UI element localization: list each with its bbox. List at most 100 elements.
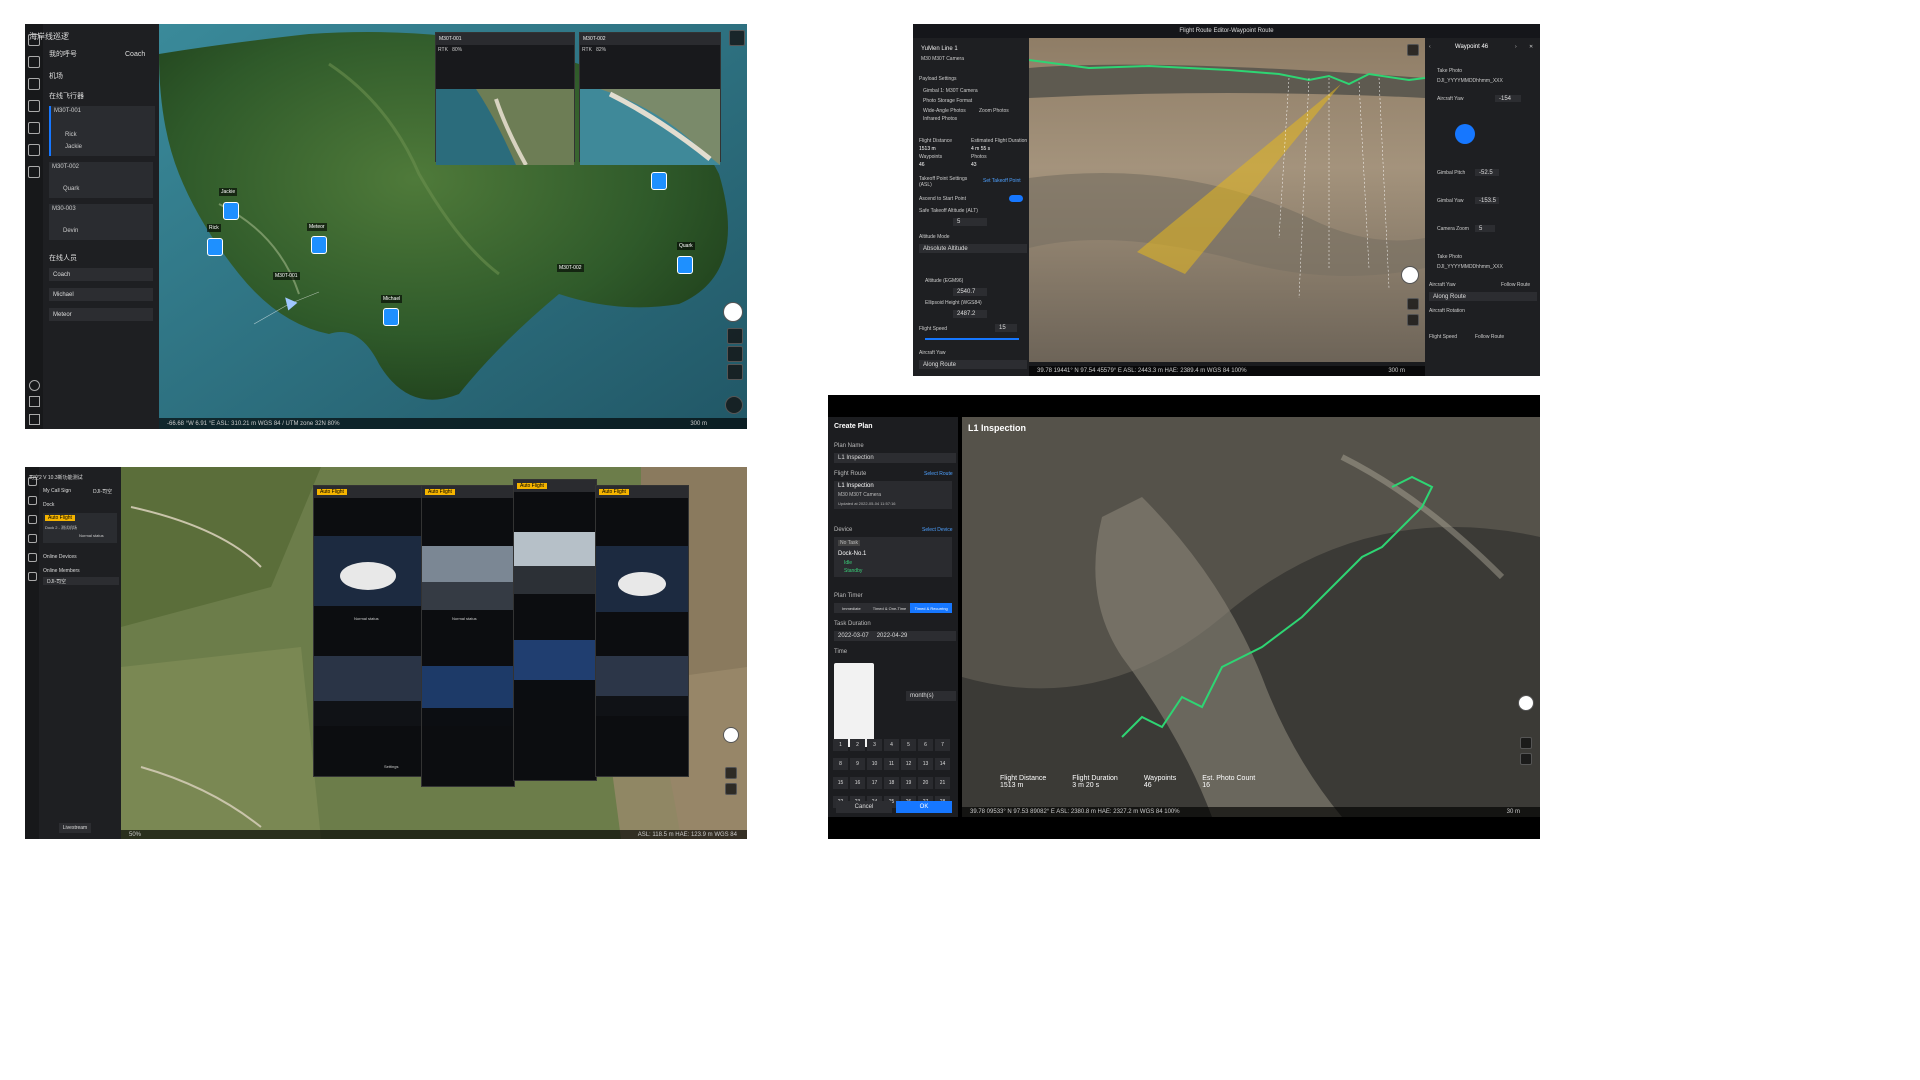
calendar-day[interactable]: 14 [935,758,950,770]
device-card-3[interactable]: M30-003 Devin [49,204,153,240]
calendar-grid[interactable]: 1234567891011121314151617181920212223242… [832,733,956,809]
opt-zoom[interactable]: Zoom Photos [979,108,1009,114]
calendar-day[interactable]: 17 [867,777,882,789]
calendar-day[interactable]: 11 [884,758,899,770]
video-cluster-4[interactable]: Auto Flight [595,485,689,777]
member-item[interactable]: DJI-司空 [43,577,119,585]
stack-icon[interactable] [28,78,40,90]
calendar-day[interactable]: 2 [850,739,865,751]
aircraft-marker-jackie[interactable] [223,202,239,220]
callsign-value[interactable]: Coach [125,46,145,62]
globe-button[interactable] [725,396,743,414]
action-aircraft-yaw[interactable]: Aircraft Yaw [1437,96,1464,102]
livestream-button[interactable]: Livestream [59,823,91,833]
section-aircraft[interactable]: 机场 [49,68,63,84]
calendar-day[interactable]: 3 [867,739,882,751]
ascend-toggle[interactable] [1009,195,1023,202]
compass-button[interactable] [1518,695,1534,711]
aircraft-yaw-select[interactable]: Along Route [919,360,1027,369]
zoom-in-button[interactable] [727,346,743,362]
yaw-dial[interactable] [1455,124,1475,144]
aircraft-marker-michael[interactable] [383,308,399,326]
warning-icon[interactable] [27,496,37,505]
calendar-day[interactable]: 15 [833,777,848,789]
calendar-day[interactable]: 4 [884,739,899,751]
calendar-day[interactable]: 8 [833,758,848,770]
select-route-link[interactable]: Select Route [924,471,953,477]
prev-waypoint-icon[interactable]: ‹ [1429,44,1431,50]
pitch-input[interactable]: -52.5 [1475,169,1499,176]
alt-egm-input[interactable]: 2540.7 [953,288,987,296]
aircraft-marker-meteor[interactable] [311,236,327,254]
zoom-out-button[interactable] [1520,753,1532,765]
calendar-day[interactable]: 6 [918,739,933,751]
date-range[interactable]: 2022-03-07 2022-04-29 [834,631,956,641]
follow-route-2[interactable]: Follow Route [1475,334,1504,340]
aircraft-marker-rick[interactable] [207,238,223,256]
flight-speed-input[interactable]: 15 [995,324,1017,332]
action-take-photo[interactable]: Take Photo [1437,68,1462,74]
aircraft-marker-quark[interactable] [677,256,693,274]
repeat-unit-select[interactable]: month(s) [906,691,956,701]
inspection-map[interactable]: L1 Inspection Flight Distance 1513 m Flig… [962,417,1540,817]
device-card-2[interactable]: M30T-002 Quark [49,162,153,198]
close-icon[interactable]: ✕ [1529,44,1533,50]
calendar-icon[interactable] [27,572,37,581]
opt-wide-angle[interactable]: Wide-Angle Photos [923,108,966,114]
opt-infrared[interactable]: Infrared Photos [923,116,957,122]
online-people-label[interactable]: 在线人员 [49,250,77,266]
set-takeoff-link[interactable]: Set Takeoff Point [983,178,1021,184]
compass-button[interactable] [723,302,743,322]
action-take-photo-2[interactable]: Take Photo [1437,254,1462,260]
search-button[interactable] [729,30,745,46]
ok-button[interactable]: OK [896,801,952,813]
gimbal-yaw-input[interactable]: -153.5 [1475,197,1499,204]
map-view[interactable]: Jackie Rick Meteor Michael Quark M30T-00… [159,24,747,429]
calendar-day[interactable]: 9 [850,758,865,770]
section-online[interactable]: 在线飞行器 [49,88,84,104]
cancel-button[interactable]: Cancel [836,801,892,813]
zoom-out-button[interactable] [727,364,743,380]
callsign-value[interactable]: DJI-司空 [93,483,112,499]
dock-card[interactable]: Auto Flight Dock 2 - 测试机场 Normal status [43,513,117,543]
calendar-icon[interactable] [28,166,40,178]
calendar-day[interactable]: 5 [901,739,916,751]
calendar-day[interactable]: 19 [901,777,916,789]
right-yaw-select[interactable]: Along Route [1429,292,1537,301]
follow-route[interactable]: Follow Route [1501,282,1530,288]
calendar-day[interactable]: 1 [833,739,848,751]
action-gimbal-yaw[interactable]: Gimbal Yaw [1437,198,1464,204]
timer-immediate[interactable]: Immediate [834,603,869,613]
search-button[interactable] [1407,44,1419,56]
chart-icon[interactable] [28,144,40,156]
yaw-input[interactable]: -154 [1495,95,1521,102]
video-cluster-3[interactable]: Auto Flight [513,479,597,781]
video-window-2[interactable]: M30T-002 RTK 82% [579,32,721,165]
action-gimbal-pitch[interactable]: Gimbal Pitch [1437,170,1465,176]
calendar-day[interactable]: 16 [850,777,865,789]
alt-mode-select[interactable]: Absolute Altitude [919,244,1027,253]
zoom-in-button[interactable] [725,767,737,779]
device-card[interactable]: No Task Dock-No.1 Idle Standby [834,537,952,577]
video-cluster-2[interactable]: Auto Flight Normal status [421,485,515,787]
safe-alt-input[interactable]: 5 [953,218,987,226]
help-icon[interactable] [29,380,40,391]
calendar-day[interactable]: 12 [901,758,916,770]
timer-one-time[interactable]: Timed & One-Time [868,603,911,613]
next-waypoint-icon[interactable]: › [1515,44,1517,50]
aircraft-marker-extra[interactable] [651,172,667,190]
payload-settings[interactable]: Payload Settings [919,76,957,82]
person-1[interactable]: Coach [49,268,153,281]
person-3[interactable]: Meteor [49,308,153,321]
zoom-out-button[interactable] [725,783,737,795]
calendar-day[interactable]: 20 [918,777,933,789]
plan-name-input[interactable]: L1 Inspection [834,453,956,463]
calendar-day[interactable]: 13 [918,758,933,770]
zoom-out-button[interactable] [1407,314,1419,326]
select-device-link[interactable]: Select Device [922,527,953,533]
map-icon[interactable] [27,553,37,562]
zoom-in-button[interactable] [1407,298,1419,310]
satellite-map[interactable]: Auto Flight Normal status Settings Auto … [121,467,747,839]
media-icon[interactable] [27,534,37,543]
warning-icon[interactable] [28,56,40,68]
